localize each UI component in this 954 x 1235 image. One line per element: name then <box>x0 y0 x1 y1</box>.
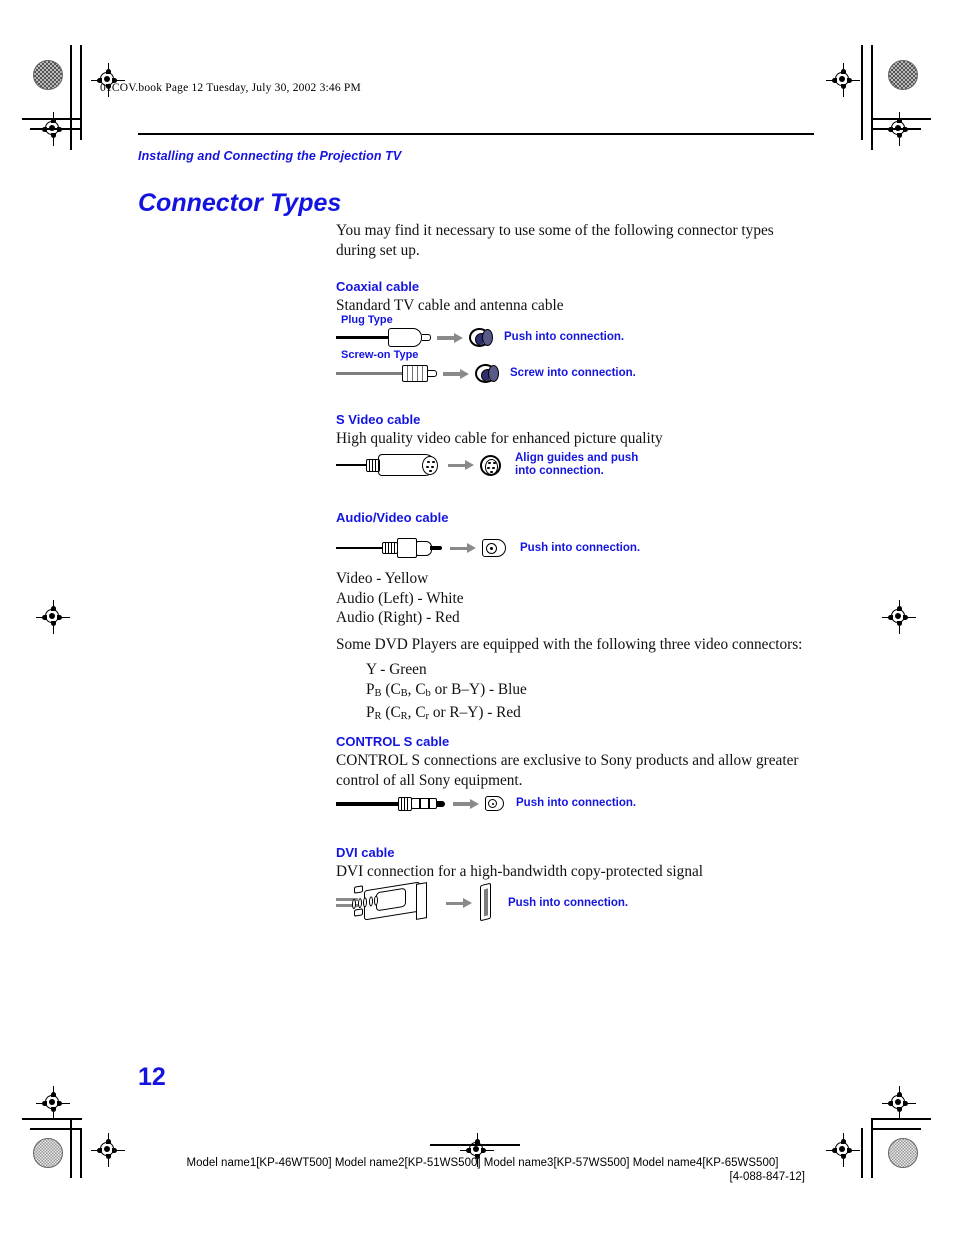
page-title: Connector Types <box>138 189 342 217</box>
dvi-callout: Push into connection. <box>508 896 629 909</box>
controls-illustration: Push into connection. <box>336 796 636 811</box>
crop-line <box>871 45 873 150</box>
crop-line <box>871 128 921 130</box>
intro-paragraph: You may find it necessary to use some of… <box>336 222 774 259</box>
section-heading-coaxial: Coaxial cable <box>336 279 420 294</box>
crop-line <box>871 1118 931 1120</box>
crop-line <box>871 1128 921 1130</box>
page-number: 12 <box>138 1063 166 1091</box>
coaxial-plug-type-illustration: Push into connection. <box>336 328 624 347</box>
component-item-pb: PB (CB, Cb or B–Y) - Blue <box>366 680 527 699</box>
arrow-icon <box>437 332 463 343</box>
audiovideo-callout: Push into connection. <box>520 541 641 554</box>
arrow-icon <box>443 368 469 379</box>
section-heading-audiovideo: Audio/Video cable <box>336 510 449 525</box>
coaxial-screw-type-illustration: Screw into connection. <box>336 364 636 383</box>
crop-line <box>871 1118 873 1178</box>
controls-jack-icon <box>485 796 504 811</box>
section-heading-dvi: DVI cable <box>336 845 395 860</box>
arrow-icon <box>453 798 479 809</box>
crop-line <box>861 1128 863 1178</box>
svideo-illustration: Align guides and push into connection. <box>336 452 638 478</box>
rca-jack-icon <box>482 539 506 557</box>
svideo-callout-line1: Align guides and push <box>515 452 639 464</box>
section-description-dvi: DVI connection for a high-bandwidth copy… <box>336 863 704 880</box>
footer-doc-number: [4-088-847-12] <box>729 1171 805 1183</box>
svideo-port-icon <box>480 454 501 476</box>
chapter-kicker: Installing and Connecting the Projection… <box>138 149 402 163</box>
crop-line <box>30 1128 80 1130</box>
coaxial-screw-type-label: Screw-on Type <box>341 349 419 361</box>
component-connector-list: Y - Green PB (CB, Cb or B–Y) - Blue PR (… <box>366 660 866 727</box>
crop-line <box>22 1118 82 1120</box>
registration-crosshair-bottom-left <box>91 1133 125 1167</box>
crop-line <box>430 1144 520 1146</box>
legend-item: Audio (Right) - Red <box>336 609 460 626</box>
section-description-coaxial: Standard TV cable and antenna cable <box>336 297 564 314</box>
manual-page: 01COV.book Page 12 Tuesday, July 30, 200… <box>0 0 954 1235</box>
registration-crosshair-left-middle <box>36 600 70 634</box>
registration-crosshair-right-lower <box>882 1086 916 1120</box>
crop-line <box>861 45 863 140</box>
audiovideo-illustration: Push into connection. <box>336 538 640 558</box>
halftone-dot-bottom-left <box>33 1138 63 1168</box>
registration-crosshair-left-lower <box>36 1086 70 1120</box>
section-heading-controls: CONTROL S cable <box>336 734 450 749</box>
crop-line <box>22 118 82 120</box>
footer: Model name1[KP-46WT500] Model name2[KP-5… <box>160 1157 805 1183</box>
coaxial-plug-callout: Push into connection. <box>504 331 625 343</box>
component-item-pr: PR (CR, Cr or R–Y) - Red <box>366 704 521 722</box>
component-intro: Some DVD Players are equipped with the f… <box>336 636 803 653</box>
section-description-svideo: High quality video cable for enhanced pi… <box>336 430 663 447</box>
controls-callout: Push into connection. <box>516 797 637 809</box>
svideo-pin-face-icon <box>422 455 438 475</box>
halftone-dot-top-left <box>33 60 63 90</box>
coaxial-screw-callout: Screw into connection. <box>510 367 636 379</box>
section-heading-svideo: S Video cable <box>336 412 421 427</box>
registration-crosshair-right-middle <box>882 600 916 634</box>
audiovideo-color-legend: Video - Yellow Audio (Left) - White Audi… <box>336 569 836 628</box>
arrow-icon <box>448 460 474 470</box>
crop-line <box>80 1128 82 1178</box>
crop-line <box>871 118 931 120</box>
coaxial-plug-type-label: Plug Type <box>341 314 393 326</box>
halftone-dot-bottom-right <box>888 1138 918 1168</box>
crop-line <box>70 45 72 150</box>
crop-line <box>70 1118 72 1178</box>
registration-crosshair-bottom-right <box>826 1133 860 1167</box>
dvi-connector-icon <box>336 881 448 924</box>
arrow-icon <box>450 543 476 553</box>
dvi-port-icon <box>478 882 494 922</box>
file-header: 01COV.book Page 12 Tuesday, July 30, 200… <box>100 82 361 94</box>
registration-crosshair-top-right <box>826 63 860 97</box>
legend-item: Audio (Left) - White <box>336 589 464 607</box>
dvi-illustration: Push into connection. <box>336 881 629 924</box>
legend-item: Video - Yellow <box>336 570 429 587</box>
halftone-dot-top-right <box>888 60 918 90</box>
header-rule <box>138 133 814 135</box>
crop-line <box>30 128 80 130</box>
crop-line <box>80 45 82 140</box>
arrow-icon <box>446 898 472 908</box>
svideo-callout-line2: into connection. <box>515 465 604 477</box>
footer-models: Model name1[KP-46WT500] Model name2[KP-5… <box>186 1157 779 1169</box>
section-description-controls: CONTROL S connections are exclusive to S… <box>336 752 799 789</box>
component-item-y: Y - Green <box>366 661 427 678</box>
svideo-callout: Align guides and push into connection. <box>515 452 638 478</box>
